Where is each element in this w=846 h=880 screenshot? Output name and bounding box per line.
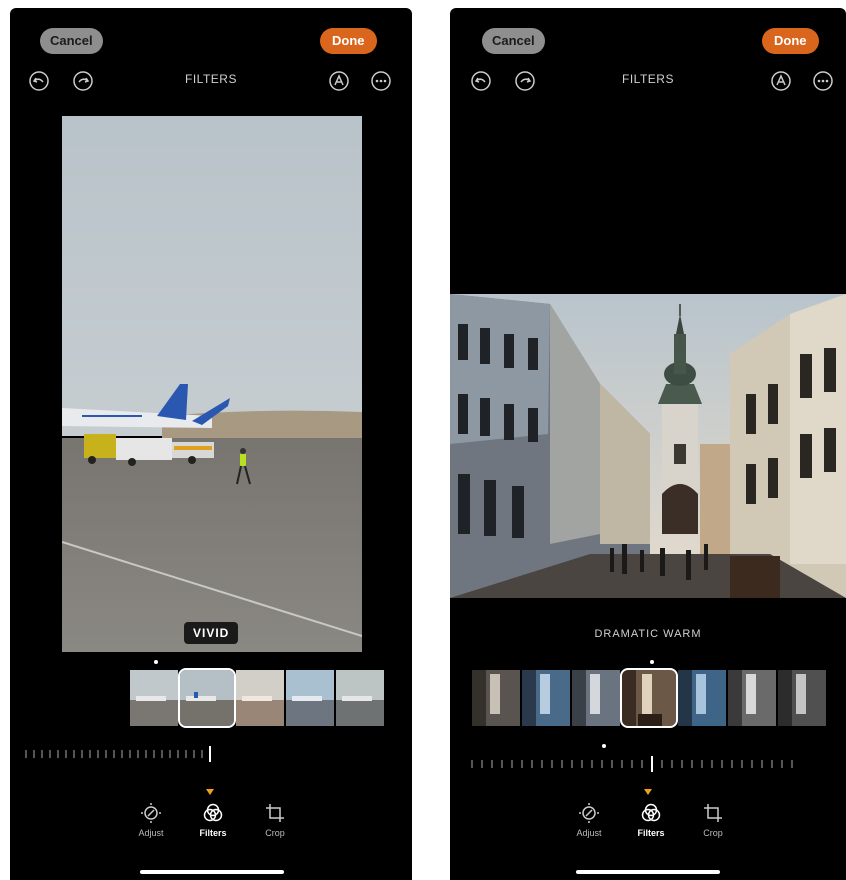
filter-thumbnail[interactable] (778, 670, 826, 726)
more-icon[interactable] (370, 70, 392, 92)
filter-thumbnail[interactable] (336, 670, 384, 726)
crop-icon (704, 804, 722, 822)
home-indicator (576, 870, 720, 874)
active-tab-marker (644, 789, 652, 795)
filter-thumbnail[interactable] (678, 670, 726, 726)
filter-thumbnail-selected[interactable] (620, 668, 678, 728)
markup-icon[interactable] (770, 70, 792, 92)
tab-label: Crop (265, 828, 285, 838)
filter-thumbnail[interactable] (236, 670, 284, 726)
right-photo-editor: Cancel Done FILTERS DRAMATIC WARM Adjust… (450, 8, 846, 880)
filter-name-badge: VIVID (184, 622, 239, 644)
intensity-slider[interactable] (24, 746, 214, 762)
tab-label: Adjust (138, 828, 164, 838)
filters-icon (203, 803, 223, 822)
filter-thumbnail-selected[interactable] (178, 668, 236, 728)
intensity-slider[interactable] (470, 756, 800, 772)
filter-name-label: DRAMATIC WARM (594, 628, 702, 640)
photo-preview[interactable] (450, 294, 846, 598)
active-tab-marker (206, 789, 214, 795)
markup-icon[interactable] (328, 70, 350, 92)
tab-crop[interactable]: Crop (244, 802, 306, 838)
filter-strip (472, 668, 828, 728)
tab-adjust[interactable]: Adjust (120, 802, 182, 838)
filter-thumbnail[interactable] (286, 670, 334, 726)
crop-icon (266, 804, 284, 822)
left-photo-editor: Cancel Done FILTERS VIVID Adjust Filters… (10, 8, 412, 880)
tab-bar: Adjust Filters Crop (558, 802, 744, 838)
tab-label: Adjust (576, 828, 602, 838)
photo-preview[interactable] (62, 116, 362, 652)
adjust-icon (141, 803, 161, 823)
done-button[interactable]: Done (320, 28, 377, 54)
more-icon[interactable] (812, 70, 834, 92)
tab-crop[interactable]: Crop (682, 802, 744, 838)
done-button[interactable]: Done (762, 28, 819, 54)
filter-thumbnail[interactable] (572, 670, 620, 726)
slider-default-dot (602, 744, 606, 748)
page-title: FILTERS (185, 72, 237, 86)
filters-icon (641, 803, 661, 822)
home-indicator (140, 870, 284, 874)
tab-filters[interactable]: Filters (182, 802, 244, 838)
filter-thumbnail[interactable] (522, 670, 570, 726)
tab-bar: Adjust Filters Crop (120, 802, 306, 838)
tab-label: Filters (199, 828, 227, 838)
filter-strip (130, 668, 386, 728)
filter-thumbnail[interactable] (130, 670, 178, 726)
original-indicator-dot (650, 660, 654, 664)
tab-label: Crop (703, 828, 723, 838)
cancel-button[interactable]: Cancel (482, 28, 545, 54)
tab-adjust[interactable]: Adjust (558, 802, 620, 838)
adjust-icon (579, 803, 599, 823)
cancel-button[interactable]: Cancel (40, 28, 103, 54)
filter-thumbnail[interactable] (728, 670, 776, 726)
filter-thumbnail[interactable] (472, 670, 520, 726)
tab-filters[interactable]: Filters (620, 802, 682, 838)
tab-label: Filters (637, 828, 665, 838)
original-indicator-dot (154, 660, 158, 664)
